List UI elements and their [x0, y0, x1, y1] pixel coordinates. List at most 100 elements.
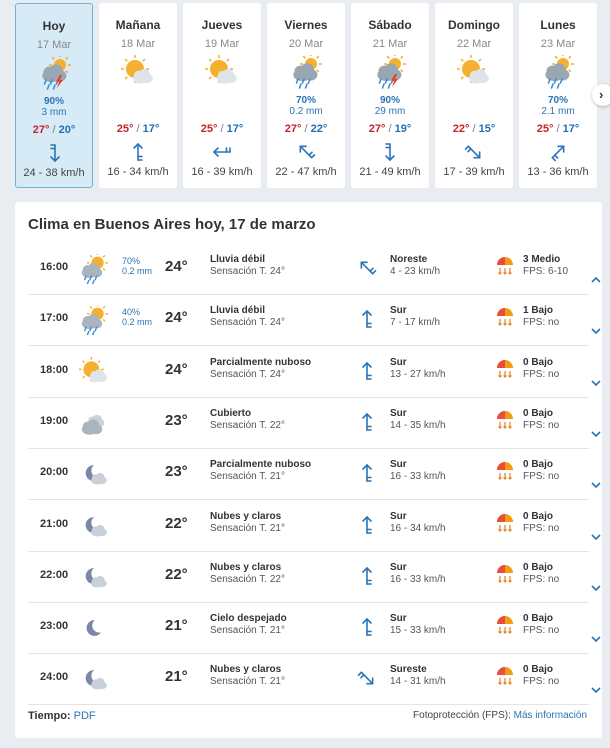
feels-like: Sensación T. 21°: [210, 522, 285, 534]
rain-probability: 70%: [122, 256, 141, 266]
hourly-row[interactable]: 24:00 21° Nubes y claros Sensación T. 21° Su…: [28, 654, 601, 706]
day-date: 21 Mar: [372, 38, 408, 50]
wind-north-icon: [356, 514, 378, 536]
hourly-row[interactable]: 20:00 23° Parcialmente nuboso Sensación T. …: [28, 449, 601, 501]
wind-direction: Sur: [390, 561, 407, 573]
day-card-4[interactable]: Sábado 21 Mar 90% 29 mm 27° / 19° 21 - 49 km/…: [351, 3, 429, 188]
day-date: 19 Mar: [204, 38, 240, 50]
chevron-down-icon[interactable]: [590, 529, 602, 540]
more-info-link[interactable]: Más información: [514, 710, 587, 721]
cloud-rain-icon: [289, 53, 323, 89]
wind-speed: 22 - 47 km/h: [275, 166, 337, 178]
day-name: Domingo: [448, 18, 500, 32]
weather-description: Lluvia débil: [210, 305, 266, 317]
wind-northeast-icon: [356, 257, 378, 279]
fps-label: Fotoprotección (FPS):: [413, 710, 511, 721]
hour-temperature: 24°: [165, 360, 188, 378]
rain-probability: 70%: [547, 95, 568, 106]
storm-rain-icon: [38, 54, 72, 90]
day-card-5[interactable]: Domingo 22 Mar 22° / 15° 17 - 39 km/h: [435, 3, 513, 188]
wind-east-icon: [211, 141, 233, 163]
hour-label: 17:00: [40, 312, 69, 325]
wind-direction: Sur: [390, 356, 407, 368]
hourly-row[interactable]: 23:00 21° Cielo despejado Sensación T. 21° S…: [28, 603, 601, 655]
footer-tiempo: Tiempo: PDF: [28, 710, 96, 722]
weather-description: Parcialmente nuboso: [210, 356, 312, 368]
wind-speed: 15 - 33 km/h: [390, 625, 446, 637]
day-name: Lunes: [540, 18, 576, 32]
wind-direction: Sureste: [390, 664, 427, 676]
temp-min: 17°: [562, 123, 580, 135]
chevron-down-icon[interactable]: [590, 631, 602, 643]
feels-like: Sensación T. 24°: [210, 317, 285, 329]
temp-separator: /: [136, 123, 140, 135]
hourly-row[interactable]: 21:00 22° Nubes y claros Sensación T. 21° Su…: [28, 501, 601, 552]
weather-description: Nubes y claros: [210, 664, 282, 676]
uv-index: 0 Bajo: [523, 613, 554, 625]
fps-value: FPS: no: [523, 368, 560, 380]
chevron-down-icon[interactable]: [590, 682, 602, 694]
temp-max: 27°: [32, 124, 50, 136]
temp-max: 25°: [116, 123, 134, 135]
cloudy-icon: [79, 408, 109, 438]
wind-southwest-icon: [547, 141, 569, 163]
cloud-rain-icon: [541, 53, 575, 89]
day-card-3[interactable]: Viernes 20 Mar 70% 0.2 mm 27° / 22° 22 - 47 k…: [267, 3, 345, 188]
hour-label: 18:00: [40, 363, 69, 376]
partly-cloudy-icon: [79, 356, 109, 387]
day-temperature: 25° / 17°: [519, 123, 597, 135]
hour-label: 23:00: [40, 620, 69, 633]
rain-probability: 90%: [379, 95, 400, 106]
next-days-button[interactable]: ›: [592, 84, 610, 106]
wind-direction: Sur: [390, 613, 407, 625]
chevron-down-icon[interactable]: [590, 426, 602, 438]
wind-north-icon: [356, 360, 378, 382]
chevron-down-icon[interactable]: [590, 580, 602, 591]
wind-speed: 16 - 39 km/h: [191, 166, 253, 178]
chevron-down-icon[interactable]: [590, 323, 602, 335]
hourly-forecast-panel: Clima en Buenos Aires hoy, 17 de marzo 1…: [15, 202, 602, 738]
fps-value: FPS: no: [523, 419, 560, 431]
chevron-down-icon[interactable]: [590, 477, 602, 489]
temp-separator: /: [472, 123, 476, 135]
hourly-row[interactable]: 19:00 23° Cubierto Sensación T. 22° Sur 14 - …: [28, 398, 601, 449]
hourly-row[interactable]: 18:00 24° Parcialmente nuboso Sensación T. …: [28, 347, 601, 398]
hourly-row[interactable]: 16:00 70% 0.2 mm 24° Lluvia débil Sensación T…: [28, 244, 601, 295]
day-date: 17 Mar: [36, 39, 72, 51]
wind-north-icon: [356, 462, 378, 484]
feels-like: Sensación T. 24°: [210, 266, 285, 277]
uv-icon: [494, 563, 516, 585]
weather-description: Parcialmente nuboso: [210, 459, 312, 471]
rain-probability: 70%: [295, 95, 316, 106]
wind-north-icon: [127, 141, 149, 163]
wind-north-icon: [356, 308, 378, 330]
uv-icon: [494, 358, 516, 380]
hour-temperature: 21°: [165, 668, 188, 686]
day-name: Mañana: [115, 18, 161, 32]
wind-south-icon: [44, 142, 66, 164]
wind-northwest-icon: [356, 667, 378, 689]
day-card-6[interactable]: Lunes 23 Mar 70% 2.1 mm 25° / 17° 13 - 36 km/…: [519, 3, 597, 188]
rain-amount: 0.2 mm: [122, 266, 153, 276]
hour-label: 20:00: [40, 466, 69, 479]
temp-min: 22°: [310, 123, 328, 135]
feels-like: Sensación T. 24°: [210, 368, 285, 380]
hourly-row[interactable]: 22:00 22° Nubes y claros Sensación T. 22° Su…: [28, 552, 601, 603]
fps-value: FPS: no: [523, 471, 560, 483]
partly-cloudy-icon: [121, 55, 155, 89]
tiempo-label: Tiempo:: [28, 710, 71, 722]
wind-south-icon: [379, 141, 401, 163]
hourly-row[interactable]: 17:00 40% 0.2 mm 24° Lluvia débil Sensación T…: [28, 295, 601, 347]
pdf-link[interactable]: PDF: [74, 710, 96, 722]
day-card-1[interactable]: Mañana 18 Mar 25° / 17° 16 - 34 km/h: [99, 3, 177, 188]
rain-amount: 2.1 mm: [541, 106, 575, 117]
chevron-up-icon[interactable]: [590, 272, 602, 283]
uv-icon: [494, 665, 516, 687]
chevron-down-icon[interactable]: [590, 375, 602, 386]
feels-like: Sensación T. 22°: [210, 573, 285, 585]
temp-separator: /: [388, 123, 392, 135]
uv-icon: [494, 460, 516, 482]
fps-value: FPS: 6-10: [523, 266, 569, 277]
day-card-2[interactable]: Jueves 19 Mar 25° / 17° 16 - 39 km/h: [183, 3, 261, 188]
day-card-0[interactable]: Hoy 17 Mar 90% 3 mm 27° / 20° 24 - 38 km/h: [15, 3, 93, 188]
